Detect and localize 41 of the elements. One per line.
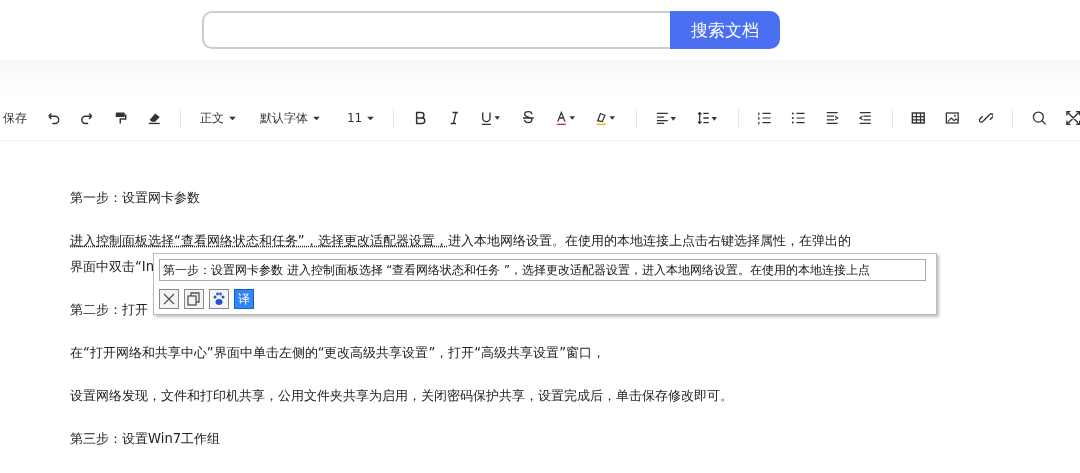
paw-icon[interactable] bbox=[209, 289, 229, 309]
strikethrough-icon[interactable] bbox=[521, 110, 536, 126]
outdent-icon[interactable] bbox=[858, 110, 873, 126]
save-button[interactable]: 保存 bbox=[3, 109, 27, 127]
paragraph: 设置网络发现，文件和打印机共享，公用文件夹共享为启用，关闭密码保护共享，设置完成后，单击保存修改即可。 bbox=[70, 387, 733, 405]
search-button[interactable]: 搜索文档 bbox=[670, 11, 780, 49]
bold-icon[interactable] bbox=[413, 110, 428, 126]
paragraph: 在“打开网络和共享中心”界面中单击左侧的“更改高级共享设置”，打开“高级共享设置”窗口， bbox=[70, 344, 605, 362]
copy-icon[interactable] bbox=[184, 289, 204, 309]
caret-icon bbox=[312, 115, 320, 121]
fullscreen-icon[interactable] bbox=[1065, 110, 1080, 126]
font-size-dropdown[interactable]: 11 bbox=[346, 111, 375, 125]
highlighter-icon[interactable] bbox=[595, 110, 618, 126]
paragraph-style-dropdown[interactable]: 正文 bbox=[200, 109, 241, 127]
table-icon[interactable] bbox=[911, 110, 926, 126]
redo-icon[interactable] bbox=[79, 110, 95, 126]
bullet-list-icon[interactable] bbox=[791, 110, 806, 126]
translate-button[interactable]: 译 bbox=[234, 289, 254, 309]
line-height-icon[interactable] bbox=[696, 110, 719, 126]
paint-roller-icon[interactable] bbox=[113, 110, 128, 126]
font-color-icon[interactable] bbox=[554, 110, 577, 126]
caret-icon bbox=[367, 116, 375, 121]
indent-icon[interactable] bbox=[824, 110, 840, 126]
align-left-icon[interactable] bbox=[656, 110, 678, 126]
paragraph: 第三步：设置Win7工作组 bbox=[70, 430, 221, 448]
search-icon[interactable] bbox=[1032, 110, 1047, 126]
close-icon[interactable] bbox=[159, 289, 179, 309]
undo-icon[interactable] bbox=[46, 110, 61, 126]
paragraph: 进入控制面板选择“查看网络状态和任务”，选择更改适配器设置，进入本地网络设置。在使用的本地连接上点击右键选择属性，在弹出的 bbox=[70, 232, 851, 250]
paragraph: 界面中双击“In bbox=[70, 258, 155, 276]
caret-icon bbox=[229, 115, 237, 121]
image-icon[interactable] bbox=[945, 110, 960, 126]
paragraph: 第一步：设置网卡参数 bbox=[70, 189, 200, 207]
paragraph: 第二步：打开 bbox=[70, 301, 148, 319]
link-icon[interactable] bbox=[978, 110, 994, 126]
font-dropdown[interactable]: 默认字体 bbox=[259, 109, 328, 127]
underline-icon[interactable] bbox=[480, 110, 502, 126]
numbered-list-icon[interactable] bbox=[757, 110, 772, 126]
selected-text-field[interactable]: 第一步：设置网卡参数 进入控制面板选择 “查看网络状态和任务 ”，选择更改适配器设置，进入本地网络设置。在使用的本地连接上点 bbox=[159, 259, 926, 281]
search-field[interactable] bbox=[202, 11, 670, 49]
link[interactable]: 进入控制面板选择“查看网络状态和任务”，选择更改适配器设置， bbox=[70, 233, 448, 248]
